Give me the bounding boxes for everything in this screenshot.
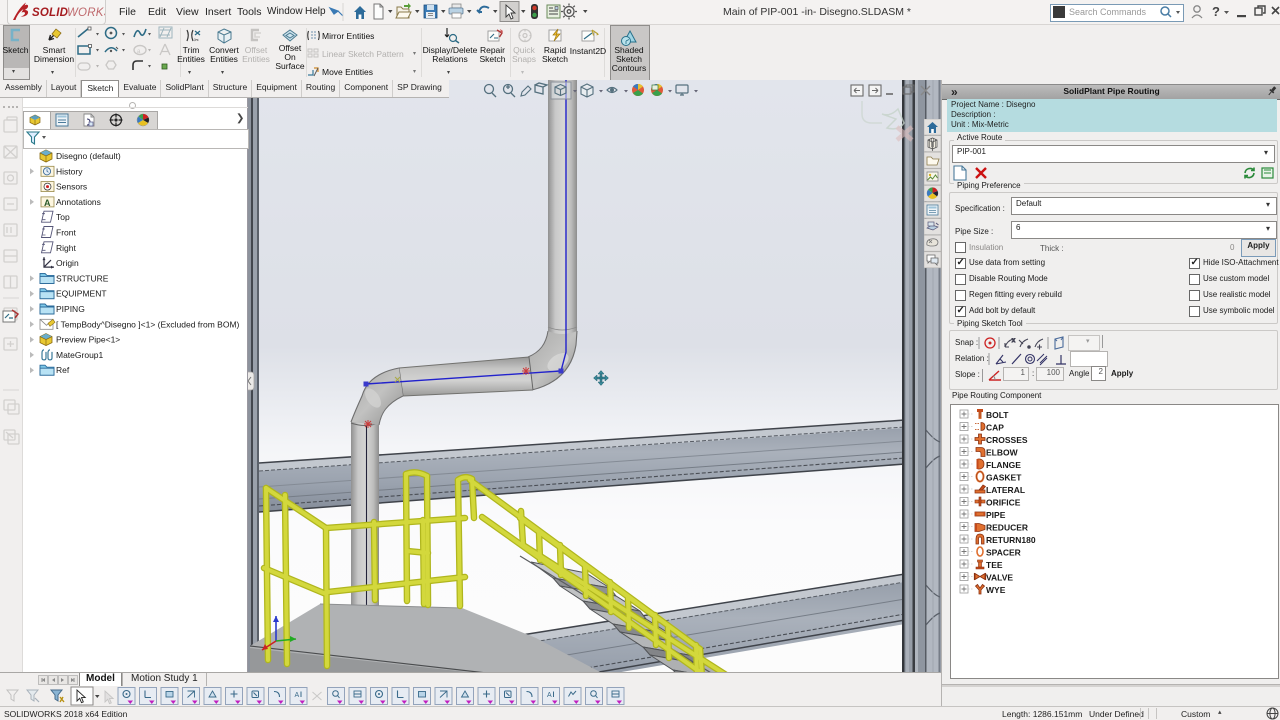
svg-text:ELBOW: ELBOW (986, 448, 1019, 458)
svg-text:ORIFICE: ORIFICE (986, 498, 1021, 508)
svg-text:WORKS: WORKS (67, 7, 105, 19)
svg-text:Annotations: Annotations (56, 197, 101, 207)
svg-text:PIPE: PIPE (986, 510, 1006, 520)
svg-text:[ TempBody^Disegno ]<1> (Exclu: [ TempBody^Disegno ]<1> (Excluded from B… (56, 319, 240, 329)
svg-text:WYE: WYE (986, 585, 1006, 595)
svg-text:CROSSES: CROSSES (986, 435, 1028, 445)
svg-text:CAP: CAP (986, 423, 1004, 433)
svg-text:EQUIPMENT: EQUIPMENT (56, 289, 107, 299)
svg-text:PIPING: PIPING (56, 304, 85, 314)
svg-text:Ref: Ref (56, 365, 70, 375)
svg-text:A: A (295, 692, 300, 699)
svg-text:Preview Pipe<1>: Preview Pipe<1> (56, 335, 120, 345)
svg-text:RETURN180: RETURN180 (986, 535, 1036, 545)
svg-text:Disegno (default): Disegno (default) (56, 151, 121, 161)
svg-text:FLANGE: FLANGE (986, 460, 1021, 470)
svg-text:Sensors: Sensors (56, 182, 87, 192)
svg-text:Front: Front (56, 228, 76, 238)
svg-text:History: History (56, 166, 83, 176)
svg-text:?: ? (1212, 4, 1220, 19)
svg-text:✂: ✂ (194, 38, 199, 43)
svg-text:A: A (44, 198, 51, 208)
svg-text:SOLID: SOLID (32, 7, 68, 19)
svg-text:STRUCTURE: STRUCTURE (56, 273, 109, 283)
svg-text:x: x (1012, 338, 1015, 344)
svg-text:REDUCER: REDUCER (986, 523, 1028, 533)
svg-text:GASKET: GASKET (986, 473, 1022, 483)
svg-text:BOLT: BOLT (986, 410, 1009, 420)
svg-text:LATERAL: LATERAL (986, 485, 1025, 495)
svg-text:A: A (547, 692, 552, 699)
svg-text:SPACER: SPACER (986, 548, 1021, 558)
svg-text:TEE: TEE (986, 560, 1003, 570)
svg-text:VALVE: VALVE (986, 573, 1013, 583)
svg-text:MateGroup1: MateGroup1 (56, 350, 104, 360)
svg-text:Top: Top (56, 212, 70, 222)
svg-text:Right: Right (56, 243, 76, 253)
svg-text:Origin: Origin (56, 258, 79, 268)
